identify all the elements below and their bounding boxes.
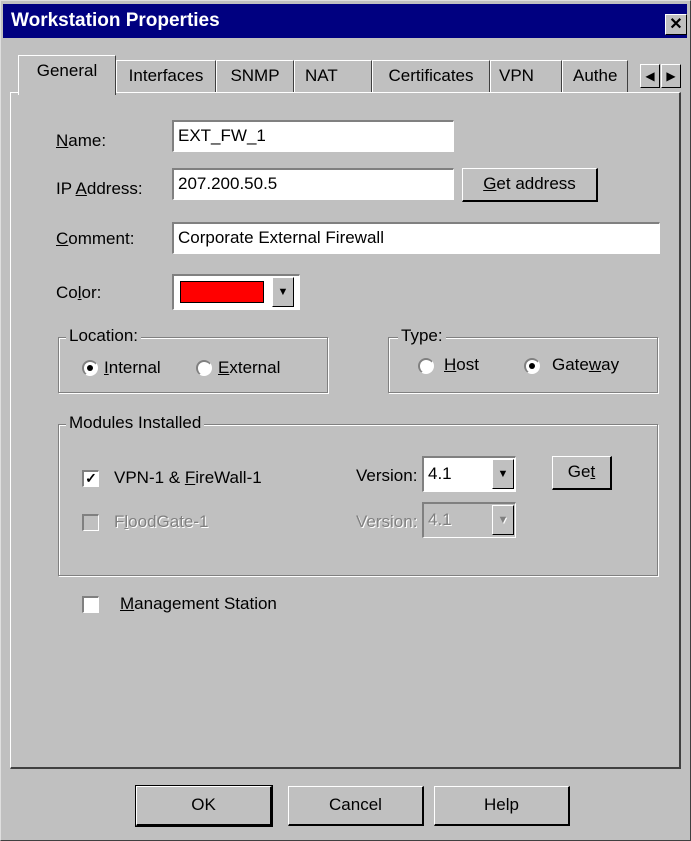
ip-address-field[interactable]: 207.200.50.5 bbox=[172, 168, 454, 200]
vpn-version-dropdown[interactable]: 4.1 ▼ bbox=[422, 456, 516, 492]
tab-label: NAT bbox=[305, 66, 338, 85]
tab-nat[interactable]: NAT bbox=[294, 60, 372, 92]
window-title: Workstation Properties bbox=[11, 10, 220, 31]
tab-snmp[interactable]: SNMP bbox=[216, 60, 294, 92]
checkmark-icon: ✓ bbox=[85, 470, 97, 486]
location-legend: Location: bbox=[66, 326, 141, 346]
floodgate-version-dropdown[interactable]: 4.1 ▼ bbox=[422, 502, 516, 538]
tab-label: SNMP bbox=[230, 66, 280, 85]
color-dropdown[interactable]: ▼ bbox=[172, 274, 300, 310]
tab-label: Certificates bbox=[388, 66, 474, 85]
name-field[interactable]: EXT_FW_1 bbox=[172, 120, 454, 152]
ok-button[interactable]: OK bbox=[135, 785, 273, 827]
close-icon: ✕ bbox=[669, 16, 683, 33]
color-swatch bbox=[180, 281, 264, 303]
color-label: Color: bbox=[56, 283, 102, 302]
external-label[interactable]: External bbox=[218, 358, 280, 378]
floodgate-checkbox[interactable] bbox=[82, 514, 99, 531]
tab-label: Authe bbox=[573, 66, 618, 85]
tab-vpn[interactable]: VPN bbox=[490, 60, 562, 92]
tab-label: Interfaces bbox=[128, 66, 204, 85]
floodgate-version-label: Version: bbox=[356, 512, 418, 531]
radio-dot-icon bbox=[87, 365, 93, 371]
vpn-version-label: Version: bbox=[356, 466, 418, 485]
floodgate-label: FloodGate-1 bbox=[114, 512, 209, 531]
internal-label[interactable]: Internal bbox=[104, 358, 161, 378]
help-button[interactable]: Help bbox=[434, 786, 570, 826]
triangle-right-icon: ▶ bbox=[666, 69, 676, 83]
tab-scroll-left-button[interactable]: ◀ bbox=[640, 64, 660, 88]
radio-dot-icon bbox=[529, 363, 535, 369]
tab-scroll-right-button[interactable]: ▶ bbox=[661, 64, 681, 88]
type-legend: Type: bbox=[398, 326, 446, 346]
tab-general[interactable]: General bbox=[18, 55, 116, 95]
tab-label: General bbox=[36, 61, 98, 80]
chevron-down-icon[interactable]: ▼ bbox=[492, 459, 514, 489]
tab-certificates[interactable]: Certificates bbox=[372, 60, 490, 92]
host-label[interactable]: Host bbox=[444, 355, 479, 375]
management-station-label[interactable]: Management Station bbox=[120, 594, 277, 614]
close-button[interactable]: ✕ bbox=[665, 14, 687, 35]
comment-label: Comment: bbox=[56, 229, 135, 248]
vpn-firewall-checkbox[interactable]: ✓ bbox=[82, 470, 99, 487]
get-address-button[interactable]: Get address bbox=[462, 168, 598, 202]
gateway-label[interactable]: Gateway bbox=[552, 355, 619, 375]
chevron-down-icon: ▼ bbox=[492, 505, 514, 535]
radio-host[interactable] bbox=[418, 358, 434, 374]
get-version-button[interactable]: Get bbox=[552, 456, 612, 490]
title-bar[interactable]: Workstation Properties bbox=[3, 4, 687, 38]
modules-legend: Modules Installed bbox=[66, 413, 205, 433]
vpn-version-value: 4.1 bbox=[428, 464, 452, 483]
tab-authentication[interactable]: Authe bbox=[562, 60, 628, 92]
floodgate-version-value: 4.1 bbox=[428, 510, 452, 529]
triangle-left-icon: ◀ bbox=[645, 69, 655, 83]
management-station-checkbox[interactable] bbox=[82, 596, 99, 613]
radio-internal[interactable] bbox=[82, 360, 98, 376]
chevron-down-icon[interactable]: ▼ bbox=[272, 277, 294, 307]
name-label: Name: bbox=[56, 131, 107, 150]
tab-label: VPN bbox=[499, 66, 534, 85]
ip-address-label: IP Address: bbox=[56, 179, 143, 198]
vpn-firewall-label[interactable]: VPN-1 & FireWall-1 bbox=[114, 468, 262, 488]
comment-field[interactable]: Corporate External Firewall bbox=[172, 222, 660, 254]
radio-gateway[interactable] bbox=[524, 358, 540, 374]
tab-interfaces[interactable]: Interfaces bbox=[116, 60, 216, 92]
radio-external[interactable] bbox=[196, 360, 212, 376]
modules-group bbox=[58, 424, 658, 576]
cancel-button[interactable]: Cancel bbox=[288, 786, 424, 826]
